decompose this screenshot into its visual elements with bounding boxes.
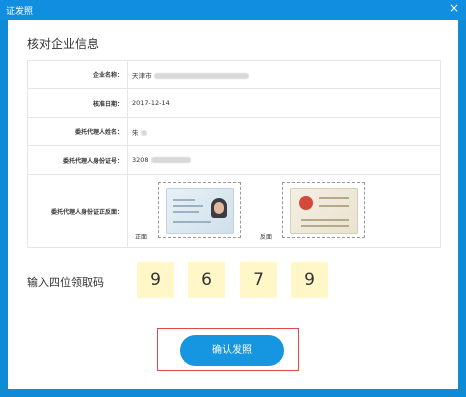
- section-heading: 核对企业信息: [27, 37, 100, 51]
- id-card-front-image: [166, 188, 234, 234]
- dialog-title: 证发照: [6, 7, 34, 17]
- table-row: 核准日期： 2017-12-14: [27, 88, 441, 118]
- approval-date-value: 2017-12-14: [127, 88, 441, 118]
- id-card-back-image: [290, 188, 358, 234]
- dialog-titlebar: 证发照 ×: [0, 0, 466, 20]
- table-row: 委托代理人身份证号： 3208: [27, 145, 441, 175]
- company-name-label: 企业名称：: [27, 60, 128, 89]
- pickup-code-digit-2[interactable]: 6: [188, 262, 225, 298]
- agent-name-label: 委托代理人姓名：: [27, 117, 128, 146]
- close-icon[interactable]: ×: [449, 2, 459, 14]
- approval-date-label: 核准日期：: [27, 88, 128, 118]
- agent-name-value: 朱: [132, 128, 139, 137]
- table-row: 委托代理人姓名： 朱: [27, 117, 441, 146]
- agent-id-value: 3208: [132, 156, 149, 164]
- pickup-code-digit-1[interactable]: 9: [137, 262, 174, 298]
- redacted-text: [140, 129, 147, 136]
- id-card-back-frame[interactable]: [282, 182, 365, 238]
- id-card-front-label: 正面: [135, 234, 148, 241]
- table-row: 委托代理人身份证正反面： 正面 反面: [27, 174, 441, 248]
- pickup-code-label: 输入四位领取码: [27, 276, 104, 289]
- company-name-value: 天津市: [132, 71, 152, 80]
- id-card-images: 正面 反面: [132, 175, 440, 247]
- redacted-text: [153, 72, 249, 79]
- company-info-table: 企业名称： 天津市 核准日期： 2017-12-14 委托代理人姓名： 朱 委托…: [27, 60, 441, 248]
- agent-id-card-label: 委托代理人身份证正反面：: [27, 174, 128, 248]
- confirm-issue-button[interactable]: 确认发照: [180, 335, 284, 366]
- id-card-back-label: 反面: [260, 234, 273, 241]
- id-card-front-frame[interactable]: [158, 182, 241, 238]
- table-row: 企业名称： 天津市: [27, 60, 441, 89]
- pickup-code-digit-3[interactable]: 7: [240, 262, 277, 298]
- agent-id-label: 委托代理人身份证号：: [27, 145, 128, 175]
- pickup-code-digit-4[interactable]: 9: [291, 262, 328, 298]
- national-emblem-icon: [299, 196, 313, 210]
- redacted-text: [150, 157, 191, 163]
